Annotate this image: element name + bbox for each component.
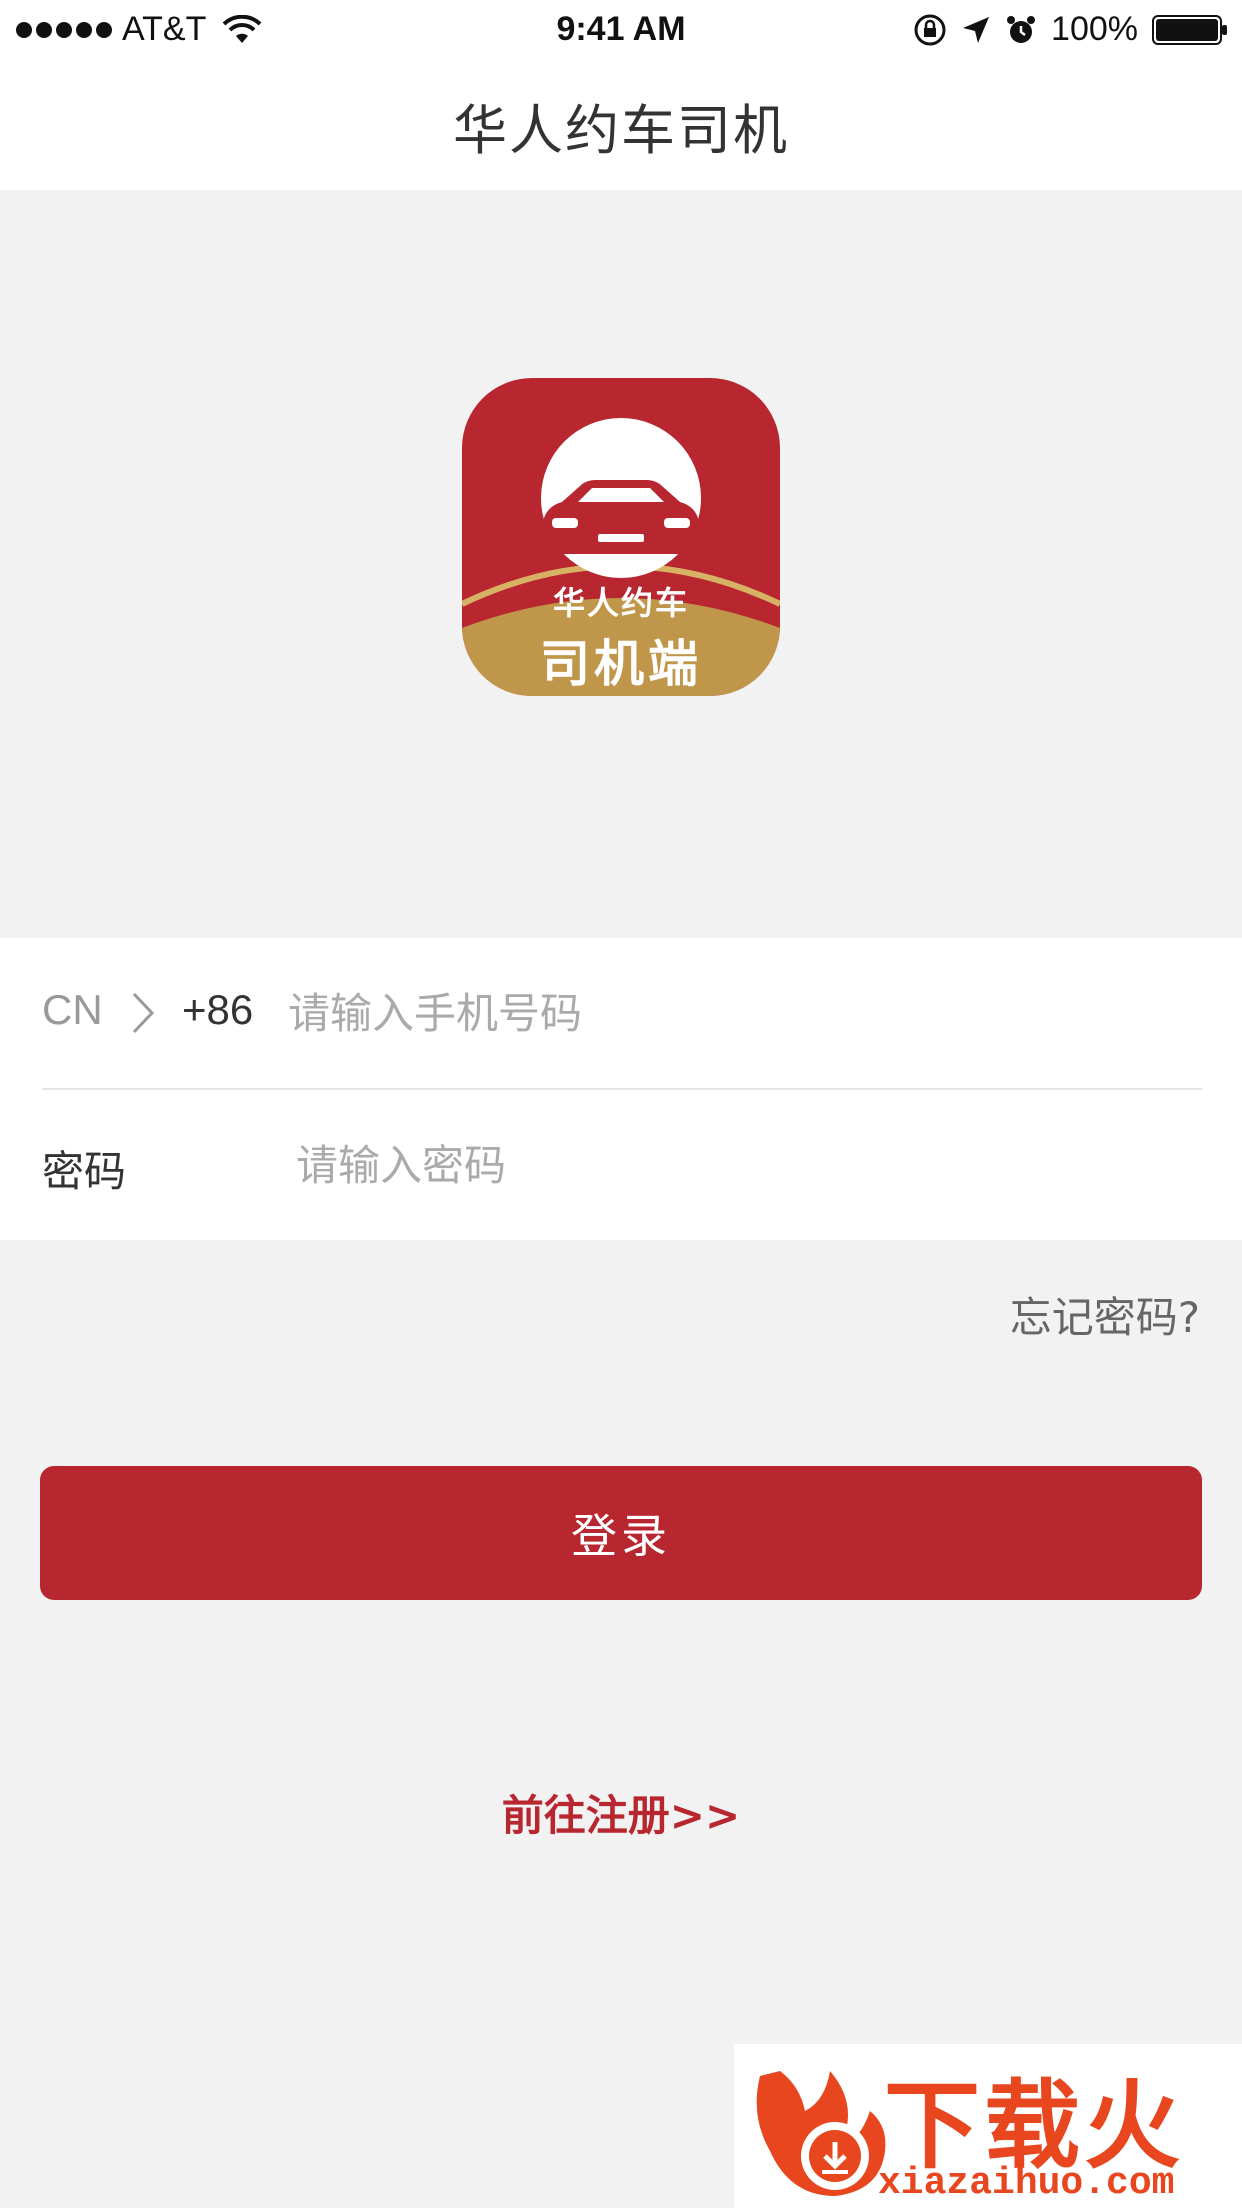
location-arrow-icon [963, 16, 990, 43]
login-screen: AT&T 9:41 AM 100% 华人约车司机 华人约车 司机端 CN +86… [0, 0, 1242, 2208]
watermark: 下载火 xiazaihuo.com [734, 2044, 1242, 2208]
login-button[interactable]: 登录 [40, 1466, 1202, 1600]
nav-bar: 华人约车司机 [0, 60, 1242, 190]
app-logo: 华人约车 司机端 [462, 378, 780, 696]
login-form: CN +86 密码 [0, 938, 1242, 1240]
chevron-right-icon[interactable] [128, 990, 158, 1036]
rotation-lock-icon [914, 14, 946, 45]
password-label: 密码 [42, 1147, 127, 1196]
status-bar: AT&T 9:41 AM 100% [0, 0, 1242, 60]
region-selector[interactable]: CN [42, 986, 103, 1034]
register-link[interactable]: 前往注册>> [0, 1782, 1242, 1843]
alarm-icon [1007, 15, 1036, 43]
phone-input[interactable] [288, 978, 1188, 1048]
page-title: 华人约车司机 [453, 98, 789, 162]
logo-line1: 华人约车 [552, 584, 689, 622]
forgot-password-link[interactable]: 忘记密码? [1010, 1284, 1200, 1345]
country-code: +86 [182, 986, 254, 1033]
status-right: 100% [913, 10, 1228, 49]
logo-line2: 司机端 [540, 635, 702, 693]
battery-icon [1152, 14, 1227, 45]
phone-row: CN +86 [0, 938, 1242, 1088]
battery-percent: 100% [1051, 10, 1138, 48]
password-input[interactable] [296, 1130, 1196, 1200]
flame-logo-icon [756, 2071, 886, 2196]
watermark-text-en: xiazaihuo.com [878, 2162, 1175, 2205]
password-row: 密码 [0, 1090, 1242, 1240]
